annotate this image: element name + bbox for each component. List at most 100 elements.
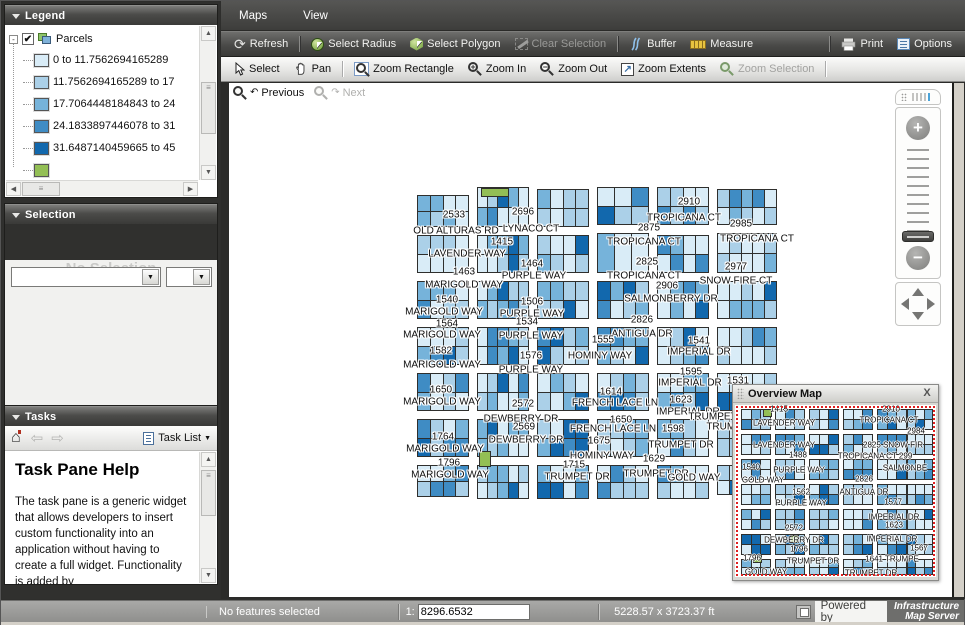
scroll-down-arrow[interactable]: ▼ xyxy=(201,568,216,583)
street-label: TROPICANA CT xyxy=(720,234,794,245)
street-label: FRENCH LACE LN xyxy=(572,398,658,409)
legend-items: 0 to 11.756269416528911.7562694165289 to… xyxy=(9,49,196,181)
zoom-slider-handle[interactable] xyxy=(902,231,934,242)
zoom-in-button[interactable]: +Zoom In xyxy=(461,59,533,80)
zoom-in-icon: + xyxy=(468,62,482,76)
pan-up-arrow[interactable] xyxy=(912,288,924,296)
refresh-button[interactable]: ⟳Refresh xyxy=(227,33,295,55)
street-label: 1540 xyxy=(436,295,458,306)
brand-logo: InfrastructureMap Server xyxy=(887,601,964,622)
select-tool-button[interactable]: Select xyxy=(227,59,287,80)
scroll-up-arrow[interactable]: ▲ xyxy=(201,26,216,41)
scroll-thumb[interactable]: ≡ xyxy=(201,82,216,134)
legend-horizontal-scrollbar[interactable]: ◀ ≡ ▶ xyxy=(6,180,198,196)
zoom-slider-body: + − xyxy=(895,107,941,279)
map-viewport[interactable]: ↶Previous ↷Next 2533OLD ALTURAS RD2696LY… xyxy=(229,83,953,597)
clear-selection-button[interactable]: Clear Selection xyxy=(508,33,614,55)
pan-left-arrow[interactable] xyxy=(901,298,909,310)
selection-page-dropdown[interactable]: ▼ xyxy=(166,267,212,287)
scroll-down-arrow[interactable]: ▼ xyxy=(201,165,216,180)
zoom-selection-button[interactable]: Zoom Selection xyxy=(713,59,821,80)
street-label: IMPERIAL DR xyxy=(658,378,722,389)
legend-panel-header[interactable]: Legend xyxy=(5,5,217,25)
street-label: 1629 xyxy=(643,454,665,465)
scroll-right-arrow[interactable]: ▶ xyxy=(183,182,198,196)
print-button[interactable]: Print xyxy=(834,33,890,55)
street-label: MARIGOLD WAY xyxy=(403,360,481,371)
menu-view[interactable]: View xyxy=(303,10,328,22)
street-label: SALMONBERRY DR xyxy=(624,294,718,305)
zoom-rectangle-button[interactable]: Zoom Rectangle xyxy=(347,59,461,80)
options-button[interactable]: Options xyxy=(890,33,959,55)
tree-expander-icon[interactable]: - xyxy=(9,35,18,44)
zoom-out-button[interactable]: −Zoom Out xyxy=(533,59,614,80)
select-polygon-button[interactable]: Select Polygon xyxy=(403,33,507,55)
measure-icon xyxy=(690,40,706,49)
zoom-extents-icon: ↗ xyxy=(621,63,634,76)
chevron-down-icon[interactable]: ▼ xyxy=(204,435,211,442)
legend-vertical-scrollbar[interactable]: ▲ ≡ ▼ xyxy=(199,26,216,180)
zoom-slider-track[interactable] xyxy=(907,142,929,244)
print-icon xyxy=(841,38,856,51)
legend-item: 31.6487140459665 to 45 xyxy=(9,137,196,159)
selection-panel-header[interactable]: Selection xyxy=(5,204,217,224)
layer-checkbox[interactable]: ✔ xyxy=(22,33,34,45)
street-label: TRUMPET DR xyxy=(648,440,713,451)
street-label: 1796 xyxy=(438,458,460,469)
next-view-button[interactable]: ↷Next xyxy=(314,86,365,100)
legend-swatch xyxy=(34,120,49,133)
dropdown-arrow-icon[interactable]: ▼ xyxy=(193,269,210,285)
pan-down-arrow[interactable] xyxy=(912,312,924,320)
scroll-thumb[interactable]: ≡ xyxy=(201,470,216,516)
buffer-button[interactable]: Buffer xyxy=(622,33,683,55)
pan-tool-button[interactable]: Pan xyxy=(287,59,339,80)
menu-maps[interactable]: Maps xyxy=(239,10,267,22)
parcel-block[interactable] xyxy=(537,235,589,273)
zoom-control-grip[interactable] xyxy=(895,89,941,105)
select-radius-button[interactable]: Select Radius xyxy=(304,33,403,55)
legend-layer-row[interactable]: - ✔ Parcels xyxy=(9,29,196,49)
street-label: 1598 xyxy=(662,424,684,435)
previous-icon xyxy=(233,86,247,100)
zoom-out-slider-button[interactable]: − xyxy=(906,246,930,270)
measure-button[interactable]: Measure xyxy=(683,33,760,55)
zoom-in-slider-button[interactable]: + xyxy=(906,116,930,140)
tasks-panel-header[interactable]: Tasks xyxy=(5,406,217,426)
home-icon[interactable]: ⌂ xyxy=(11,430,21,446)
tasks-panel: Tasks ⌂ ⇦ ⇨ Task List ▼ Task Pane Help T… xyxy=(4,405,218,585)
pan-right-arrow[interactable] xyxy=(927,298,935,310)
previous-view-button[interactable]: ↶Previous xyxy=(233,86,304,100)
street-label: 2569 xyxy=(513,422,535,433)
dropdown-arrow-icon[interactable]: ▼ xyxy=(142,269,159,285)
street-label: 2910 xyxy=(678,197,700,208)
overview-extent-rectangle[interactable] xyxy=(736,406,935,576)
task-forward-icon[interactable]: ⇨ xyxy=(51,429,64,447)
tasks-toolbar: ⌂ ⇦ ⇨ Task List ▼ xyxy=(5,426,217,451)
toolbar-separator xyxy=(299,36,300,52)
legend-item: 24.1833897446078 to 31 xyxy=(9,115,196,137)
street-label: DEWBERRY DR xyxy=(489,435,564,446)
parcel-block[interactable] xyxy=(537,189,589,227)
street-label: MARIGOLD WAY xyxy=(425,280,503,291)
scroll-up-arrow[interactable]: ▲ xyxy=(201,452,216,467)
scroll-left-arrow[interactable]: ◀ xyxy=(6,182,21,196)
overview-map-canvas[interactable]: 14152910LAVENDER WAYTROPICANA CT2984LAVE… xyxy=(735,405,936,577)
window-icon[interactable] xyxy=(796,605,811,619)
parcel-block[interactable] xyxy=(597,187,649,225)
zoom-selection-icon xyxy=(720,62,734,76)
scroll-thumb[interactable]: ≡ xyxy=(22,182,60,196)
task-back-icon[interactable]: ⇦ xyxy=(31,429,44,447)
overview-title-bar[interactable]: Overview Map X xyxy=(733,385,938,403)
zoom-extents-button[interactable]: ↗Zoom Extents xyxy=(614,59,713,80)
close-icon[interactable]: X xyxy=(920,387,934,400)
task-list-label[interactable]: Task List xyxy=(158,432,201,444)
scale-input[interactable] xyxy=(418,604,530,620)
parcel-block[interactable] xyxy=(717,281,777,319)
toolbar-separator xyxy=(825,61,826,77)
task-list-icon[interactable] xyxy=(143,432,154,445)
tasks-vertical-scrollbar[interactable]: ▲ ≡ ▼ xyxy=(199,452,216,583)
parcel-green[interactable] xyxy=(481,188,509,197)
selection-layer-dropdown[interactable]: ▼ xyxy=(11,267,161,287)
buffer-icon xyxy=(629,37,643,51)
pan-pad xyxy=(895,282,941,326)
